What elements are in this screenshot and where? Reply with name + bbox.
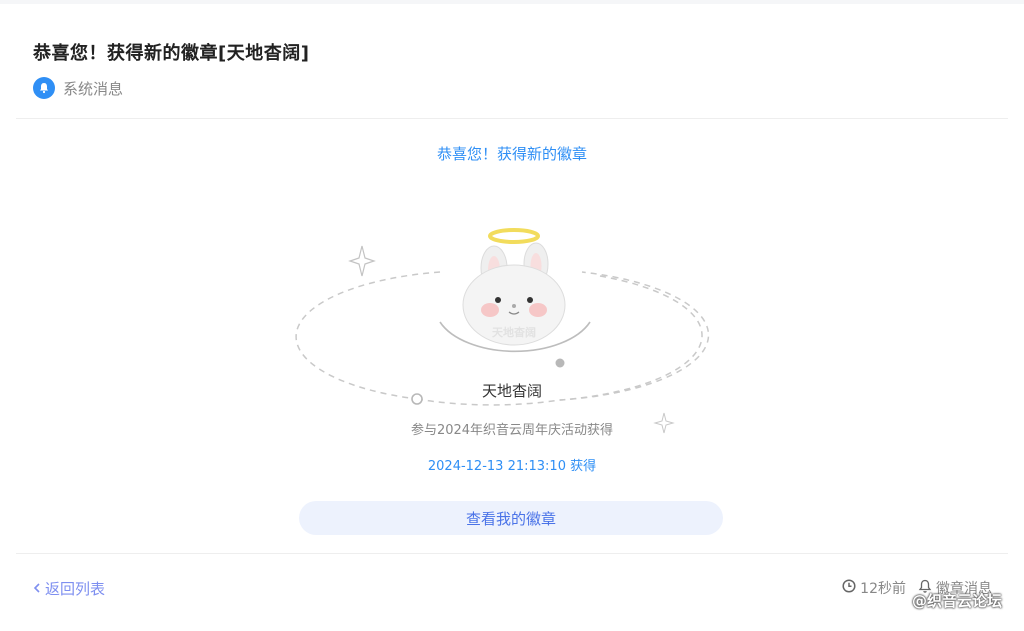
badge-name: 天地杳阔 <box>481 382 542 400</box>
sparkle-icon <box>348 245 376 277</box>
footer-divider <box>16 553 1008 554</box>
back-to-list-link[interactable]: 返回列表 <box>33 578 105 599</box>
clock-icon <box>842 579 856 597</box>
watermark: @织音云论坛 <box>911 592 1002 610</box>
back-label: 返回列表 <box>45 580 106 598</box>
view-my-badges-button[interactable]: 查看我的徽章 <box>299 501 723 535</box>
halo <box>488 228 540 244</box>
chevron-left-icon <box>33 580 41 598</box>
badge-art-text: 天地杳阔 <box>492 325 536 339</box>
bunny-badge-icon: 天地杳阔 <box>462 242 566 346</box>
relative-time-text: 12秒前 <box>860 581 906 597</box>
badge-obtained-time: 2024-12-13 21:13:10 获得 <box>427 459 597 474</box>
orbit-dot <box>555 358 565 368</box>
relative-time: 12秒前 <box>842 578 906 598</box>
badge-description: 参与2024年织音云周年庆活动获得 <box>410 423 614 438</box>
